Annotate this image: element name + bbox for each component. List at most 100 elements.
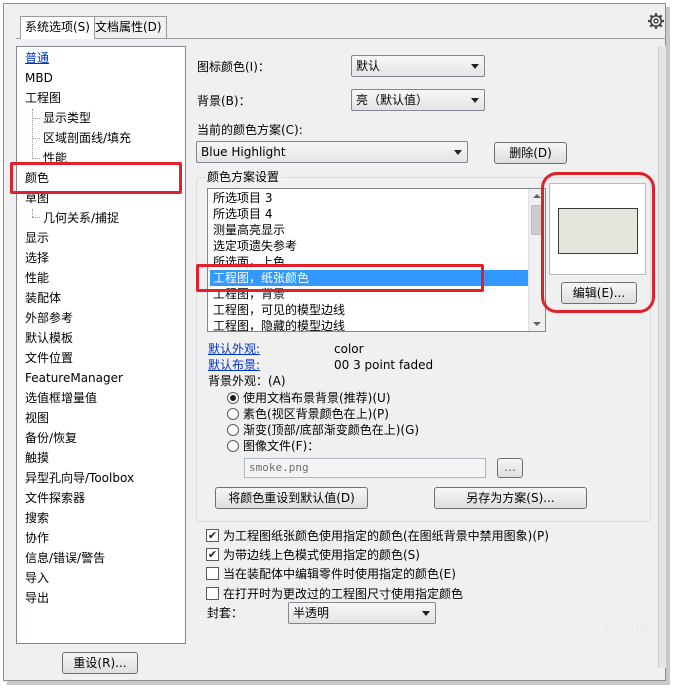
icon-color-select[interactable]: 默认 bbox=[351, 55, 485, 77]
default-appearance-link[interactable]: 默认外观: bbox=[208, 341, 260, 357]
checkbox-label[interactable]: 当在装配体中编辑零件时使用指定的颜色(E) bbox=[223, 566, 456, 582]
tree-item-area-hatch[interactable]: 区域剖面线/填充 bbox=[43, 128, 131, 148]
gear-icon[interactable] bbox=[647, 12, 665, 30]
bg-option-radio[interactable] bbox=[227, 408, 239, 420]
background-label: 背景(B)： bbox=[197, 94, 251, 108]
default-scene-link[interactable]: 默认布景: bbox=[208, 357, 260, 373]
tree-item-messages-errors-warnings[interactable]: 信息/错误/警告 bbox=[25, 548, 105, 568]
tab-divider bbox=[16, 38, 666, 39]
tree-item-featuremanager[interactable]: FeatureManager bbox=[25, 368, 123, 388]
background-value: 亮（默认值） bbox=[356, 93, 429, 107]
checkbox[interactable]: ✔ bbox=[206, 529, 219, 542]
tree-item-relations-snaps[interactable]: 几何关系/捕捉 bbox=[43, 208, 119, 228]
tree-connector bbox=[32, 158, 40, 159]
color-scheme-settings-legend: 颜色方案设置 bbox=[205, 170, 282, 184]
bg-option-radio[interactable] bbox=[227, 440, 239, 452]
tree-item-collaboration[interactable]: 协作 bbox=[25, 528, 49, 548]
bg-option-label[interactable]: 使用文档布景背景(推荐)(U) bbox=[243, 390, 391, 406]
chevron-down-icon bbox=[471, 64, 479, 69]
color-scheme-value: Blue Highlight bbox=[201, 145, 286, 159]
delete-button[interactable]: 删除(D) bbox=[494, 142, 567, 164]
icon-color-value: 默认 bbox=[356, 59, 381, 73]
list-item[interactable]: 所选项目 4 bbox=[210, 206, 530, 222]
color-scheme-list[interactable]: 所选项目 3 所选项目 4 测量高亮显示 选定项遗失参考 所选面，上色 工程图，… bbox=[207, 188, 546, 332]
color-scheme-select[interactable]: Blue Highlight bbox=[196, 141, 468, 163]
chevron-down-icon bbox=[471, 98, 479, 103]
tree-item-file-explorer[interactable]: 文件探索器 bbox=[25, 488, 85, 508]
bg-option-label[interactable]: 渐变(顶部/底部渐变颜色在上)(G) bbox=[243, 422, 419, 438]
icon-color-label: 图标颜色(I)： bbox=[197, 60, 270, 74]
reset-colors-button[interactable]: 将颜色重设到默认值(D) bbox=[215, 487, 368, 509]
edit-color-button[interactable]: 编辑(E)... bbox=[561, 282, 637, 304]
image-file-field[interactable]: smoke.png bbox=[244, 458, 486, 478]
tree-connector bbox=[32, 109, 33, 157]
chevron-down-icon bbox=[422, 611, 430, 616]
tree-connector bbox=[32, 118, 40, 119]
tree-connector bbox=[32, 138, 40, 139]
browse-button[interactable]: ... bbox=[497, 458, 523, 478]
save-as-scheme-button[interactable]: 另存为方案(S)... bbox=[434, 487, 587, 509]
checkbox[interactable] bbox=[206, 567, 219, 580]
reset-button[interactable]: 重设(R)... bbox=[62, 652, 138, 674]
background-select[interactable]: 亮（默认值） bbox=[351, 89, 485, 111]
tree-item-view[interactable]: 视图 bbox=[25, 408, 49, 428]
color-preview bbox=[549, 183, 646, 275]
list-item[interactable]: 测量高亮显示 bbox=[210, 222, 530, 238]
watermark: 工程帅 bbox=[578, 618, 650, 646]
tree-item-export[interactable]: 导出 bbox=[25, 588, 49, 608]
tree-item-default-templates[interactable]: 默认模板 bbox=[25, 328, 73, 348]
tree-item-drawing-performance[interactable]: 性能 bbox=[43, 148, 67, 168]
tree-item-assemblies[interactable]: 装配体 bbox=[25, 288, 61, 308]
list-scrollbar[interactable] bbox=[528, 189, 545, 331]
tree-item-search[interactable]: 搜索 bbox=[25, 508, 49, 528]
tree-item-selection[interactable]: 选择 bbox=[25, 248, 49, 268]
background-appearance-label: 背景外观：(A) bbox=[208, 374, 286, 388]
tree-item-drawings[interactable]: 工程图 bbox=[25, 88, 61, 108]
scroll-thumb[interactable] bbox=[531, 205, 543, 235]
list-item[interactable]: 工程图，背景 bbox=[210, 286, 530, 302]
tree-item-performance[interactable]: 性能 bbox=[25, 268, 49, 288]
checkbox[interactable]: ✔ bbox=[206, 548, 219, 561]
color-swatch bbox=[558, 208, 638, 254]
bg-option-radio[interactable] bbox=[227, 424, 239, 436]
checkbox-label[interactable]: 在打开时为更改过的工程图尺寸使用指定颜色 bbox=[223, 586, 463, 602]
tree-item-display-style[interactable]: 显示类型 bbox=[43, 108, 91, 128]
tree-item-backup-recover[interactable]: 备份/恢复 bbox=[25, 428, 77, 448]
checkbox[interactable] bbox=[206, 587, 219, 600]
tree-item-colors[interactable]: 颜色 bbox=[25, 168, 49, 188]
color-scheme-label: 当前的颜色方案(C): bbox=[197, 123, 303, 137]
tree-item-general[interactable]: 普通 bbox=[25, 48, 49, 68]
scroll-down-icon[interactable] bbox=[533, 322, 541, 326]
tab-system-options[interactable]: 系统选项(S) bbox=[20, 16, 95, 39]
list-item[interactable]: 选定项遗失参考 bbox=[210, 238, 530, 254]
bg-option-radio[interactable] bbox=[227, 392, 239, 404]
checkbox-label[interactable]: 为带边线上色模式使用指定的颜色(S) bbox=[223, 547, 420, 563]
list-item[interactable]: 工程图，隐藏的模型边线 bbox=[210, 318, 530, 331]
list-item-selected[interactable]: 工程图，纸张颜色 bbox=[210, 270, 530, 286]
tree-connector bbox=[32, 217, 40, 218]
tree-item-display[interactable]: 显示 bbox=[25, 228, 49, 248]
list-item[interactable]: 所选面，上色 bbox=[210, 254, 530, 270]
tree-item-file-locations[interactable]: 文件位置 bbox=[25, 348, 73, 368]
list-item[interactable]: 工程图，可见的模型边线 bbox=[210, 302, 530, 318]
envelope-select[interactable]: 半透明 bbox=[288, 602, 436, 624]
list-item[interactable]: 所选项目 3 bbox=[210, 190, 530, 206]
scroll-up-icon[interactable] bbox=[533, 194, 541, 198]
tree-item-import[interactable]: 导入 bbox=[25, 568, 49, 588]
scrollbar-track[interactable] bbox=[658, 46, 666, 668]
checkbox-label[interactable]: 为工程图纸张颜色使用指定的颜色(在图纸背景中禁用图象)(P) bbox=[223, 528, 549, 544]
tab-document-properties[interactable]: 文档属性(D) bbox=[90, 16, 167, 38]
tree-item-sketch[interactable]: 草图 bbox=[25, 188, 49, 208]
envelope-value: 半透明 bbox=[293, 606, 330, 620]
tree-item-external-references[interactable]: 外部参考 bbox=[25, 308, 73, 328]
tree-item-touch[interactable]: 触摸 bbox=[25, 448, 49, 468]
options-tree: 普通 MBD 工程图 显示类型 区域剖面线/填充 性能 颜色 草图 几何关系/捕… bbox=[16, 46, 186, 644]
tree-item-hole-wizard-toolbox[interactable]: 异型孔向导/Toolbox bbox=[25, 468, 134, 488]
tree-item-spin-box-increments[interactable]: 选值框增量值 bbox=[25, 388, 97, 408]
bg-option-label[interactable]: 图像文件(F)： bbox=[243, 438, 319, 454]
chevron-down-icon bbox=[454, 150, 462, 155]
bg-option-label[interactable]: 素色(视区背景颜色在上)(P) bbox=[243, 406, 389, 422]
default-appearance-value: color bbox=[334, 342, 364, 356]
tree-item-mbd[interactable]: MBD bbox=[25, 68, 53, 88]
tree-connector bbox=[32, 209, 33, 217]
